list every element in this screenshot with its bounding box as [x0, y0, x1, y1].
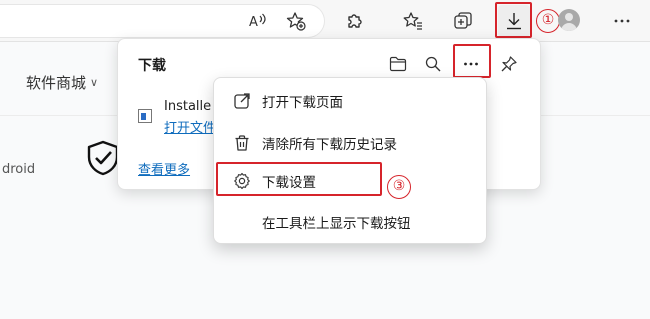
step1-marker: ① [536, 9, 560, 33]
open-external-icon [226, 84, 258, 118]
add-favorite-button[interactable] [280, 5, 312, 37]
read-aloud-icon: A [249, 13, 266, 30]
download-file-name: Installe [164, 99, 212, 114]
pin-icon [501, 56, 517, 72]
svg-text:A: A [249, 15, 258, 30]
read-aloud-button[interactable]: A [242, 5, 274, 37]
step3-highlight-box [216, 162, 382, 196]
favorites-icon [403, 12, 422, 30]
open-folder-button[interactable] [385, 51, 411, 77]
add-favorite-icon [286, 12, 306, 31]
menu-item-clear-history[interactable]: 清除所有下载历史记录 [220, 126, 482, 160]
menu-item-open-downloads-page[interactable]: 打开下载页面 [220, 84, 482, 118]
browser-toolbar: A ① [0, 0, 650, 42]
see-more-link[interactable]: 查看更多 [138, 159, 190, 178]
menu-item-label: 在工具栏上显示下载按钮 [262, 216, 411, 232]
profile-icon[interactable] [558, 9, 580, 31]
menu-item-show-download-button[interactable]: 在工具栏上显示下载按钮 [220, 205, 482, 239]
extensions-button[interactable] [339, 5, 371, 37]
folder-icon [389, 56, 407, 72]
address-bar[interactable] [0, 4, 325, 38]
downloads-more-menu: 打开下载页面 清除所有下载历史记录 下载设置 在工具栏上显示下载按钮 [213, 77, 487, 244]
more-icon [614, 19, 630, 23]
page-nav-store[interactable]: 软件商城 ∨ [26, 72, 98, 93]
menu-item-label: 清除所有下载历史记录 [262, 137, 397, 153]
search-icon [425, 56, 441, 72]
installer-file-icon [138, 109, 152, 123]
collections-icon [454, 12, 472, 29]
collections-button[interactable] [447, 5, 479, 37]
menu-item-label: 打开下载页面 [262, 95, 343, 111]
shield-check-icon [87, 140, 119, 176]
favorites-button[interactable] [397, 5, 429, 37]
step2-highlight-box [453, 44, 491, 78]
step1-highlight-box [495, 2, 532, 38]
downloads-panel-title: 下载 [138, 58, 166, 74]
open-file-link[interactable]: 打开文件 [164, 117, 216, 136]
pin-button[interactable] [496, 51, 522, 77]
page-nav-label: 软件商城 [26, 74, 87, 92]
extensions-icon [348, 14, 362, 28]
step3-marker: ③ [387, 175, 411, 199]
page-side-text: droid [2, 162, 36, 177]
more-button[interactable] [606, 5, 638, 37]
trash-icon [226, 126, 258, 160]
search-downloads-button[interactable] [420, 51, 446, 77]
chevron-down-icon: ∨ [90, 76, 99, 89]
